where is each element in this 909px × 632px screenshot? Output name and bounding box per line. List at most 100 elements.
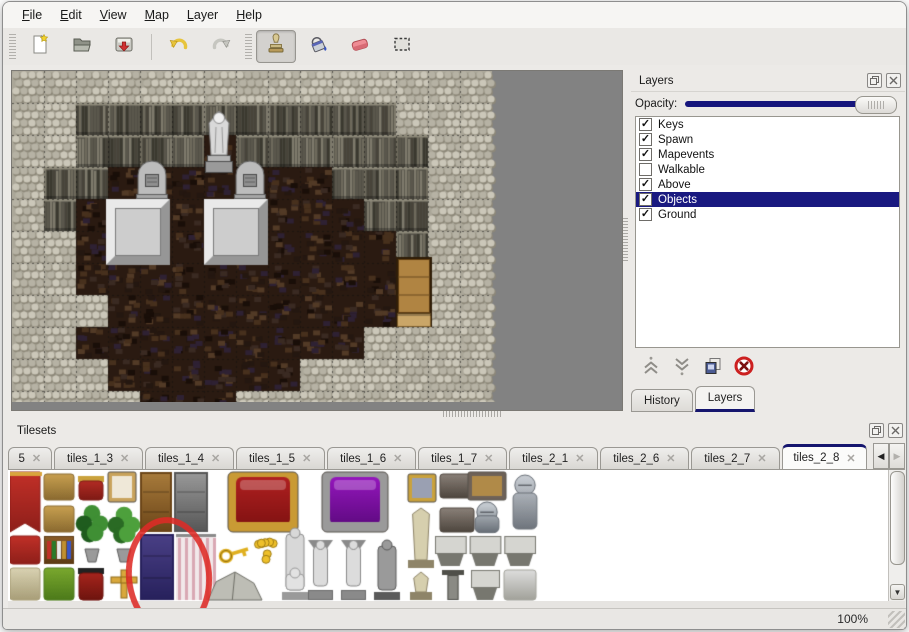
close-panel-icon[interactable] bbox=[886, 73, 901, 88]
layer-checkbox-walkable[interactable] bbox=[639, 163, 652, 176]
open-map-button[interactable] bbox=[62, 30, 102, 63]
close-tab-icon[interactable]: ✕ bbox=[120, 452, 129, 465]
save-icon bbox=[113, 33, 135, 60]
toolbar-grip[interactable] bbox=[245, 34, 252, 60]
new-map-button[interactable] bbox=[20, 30, 60, 63]
tileset-tab-5[interactable]: 5✕ bbox=[8, 447, 52, 469]
scroll-tabs-right-icon[interactable]: ▶ bbox=[889, 443, 905, 469]
tileset-tab-tiles_1_5[interactable]: tiles_1_5 ✕ bbox=[236, 447, 325, 469]
layer-row-walkable[interactable]: Walkable bbox=[636, 162, 899, 177]
scroll-tabs-left-icon[interactable]: ◀ bbox=[873, 443, 889, 469]
redo-button[interactable] bbox=[201, 30, 241, 63]
map-view[interactable] bbox=[11, 70, 623, 411]
scrollbar-thumb[interactable] bbox=[890, 471, 905, 565]
layer-label: Walkable bbox=[658, 164, 705, 176]
toolbar bbox=[3, 28, 906, 65]
tileset-tab-label: tiles_2_7 bbox=[704, 453, 750, 465]
tileset-tab-tiles_1_6[interactable]: tiles_1_6✕ bbox=[327, 447, 416, 469]
save-map-button[interactable] bbox=[104, 30, 144, 63]
horizontal-splitter-handle[interactable] bbox=[443, 411, 501, 417]
close-tab-icon[interactable]: ✕ bbox=[666, 452, 675, 465]
tilesets-panel: Tilesets 5✕tiles_1_3✕tiles_1_4✕tiles_1_5… bbox=[8, 420, 905, 609]
app-window: FileEditViewMapLayerHelp Layers Opacity: bbox=[2, 1, 907, 630]
layer-checkbox-above[interactable]: ✓ bbox=[639, 178, 652, 191]
layer-checkbox-mapevents[interactable]: ✓ bbox=[639, 148, 652, 161]
menu-edit[interactable]: Edit bbox=[51, 5, 91, 25]
menu-layer[interactable]: Layer bbox=[178, 5, 227, 25]
new-file-icon bbox=[29, 33, 51, 60]
scrollbar-down-arrow-icon[interactable]: ▼ bbox=[890, 584, 905, 600]
close-tab-icon[interactable]: ✕ bbox=[211, 452, 220, 465]
layer-row-above[interactable]: ✓ Above bbox=[636, 177, 899, 192]
tileset-scrollbar[interactable]: ▼ bbox=[888, 470, 905, 601]
float-panel-icon[interactable] bbox=[869, 423, 884, 438]
layer-checkbox-objects[interactable]: ✓ bbox=[639, 193, 652, 206]
tileset-tab-tiles_1_4[interactable]: tiles_1_4✕ bbox=[145, 447, 234, 469]
fill-tool-button[interactable] bbox=[298, 30, 338, 63]
duplicate-layer-button[interactable] bbox=[701, 356, 725, 380]
tileset-canvas[interactable] bbox=[10, 470, 873, 601]
menu-help[interactable]: Help bbox=[227, 5, 271, 25]
layers-panel-header: Layers bbox=[631, 70, 905, 92]
tileset-tab-label: tiles_2_8 bbox=[793, 452, 839, 464]
opacity-slider-handle[interactable] bbox=[855, 96, 897, 114]
undo-button[interactable] bbox=[159, 30, 199, 63]
resize-grip[interactable] bbox=[888, 611, 905, 628]
close-tab-icon[interactable]: ✕ bbox=[484, 452, 493, 465]
close-panel-icon[interactable] bbox=[888, 423, 903, 438]
open-folder-icon bbox=[71, 33, 93, 60]
select-tool-button[interactable] bbox=[382, 30, 422, 63]
tab-layers[interactable]: Layers bbox=[695, 386, 756, 412]
opacity-row: Opacity: bbox=[635, 95, 897, 113]
tileset-tab-label: tiles_1_7 bbox=[431, 453, 477, 465]
tileset-tab-tiles_1_3[interactable]: tiles_1_3 ✕ bbox=[54, 447, 143, 469]
layer-row-objects[interactable]: ✓Objects bbox=[636, 192, 899, 207]
opacity-slider[interactable] bbox=[685, 96, 897, 112]
layer-row-ground[interactable]: ✓Ground bbox=[636, 207, 899, 222]
close-tab-icon[interactable]: ✕ bbox=[575, 452, 584, 465]
layer-list: ✓Keys✓Spawn✓Mapevents Walkable ✓ Above✓Obje… bbox=[635, 116, 900, 348]
float-panel-icon[interactable] bbox=[867, 73, 882, 88]
layer-checkbox-keys[interactable]: ✓ bbox=[639, 118, 652, 131]
raise-layer-icon bbox=[640, 355, 662, 382]
tileset-tab-label: tiles_1_5 bbox=[249, 453, 295, 465]
menu-file[interactable]: File bbox=[13, 5, 51, 25]
tileset-content[interactable]: ▼ bbox=[8, 469, 905, 602]
eraser-tool-button[interactable] bbox=[340, 30, 380, 63]
close-tab-icon[interactable]: ✕ bbox=[302, 452, 311, 465]
tileset-tab-tiles_2_7[interactable]: tiles_2_7 ✕ bbox=[691, 447, 780, 469]
delete-layer-button[interactable] bbox=[732, 356, 756, 380]
lower-layer-button[interactable] bbox=[670, 356, 694, 380]
close-tab-icon[interactable]: ✕ bbox=[32, 452, 41, 465]
layer-tools bbox=[635, 353, 756, 383]
map-canvas[interactable] bbox=[12, 71, 500, 402]
tileset-tab-tiles_2_6[interactable]: tiles_2_6✕ bbox=[600, 447, 689, 469]
layer-row-keys[interactable]: ✓Keys bbox=[636, 117, 899, 132]
close-tab-icon[interactable]: ✕ bbox=[757, 452, 766, 465]
tab-history[interactable]: History bbox=[631, 389, 693, 412]
menu-view[interactable]: View bbox=[91, 5, 136, 25]
layers-panel: Layers Opacity: ✓Keys✓Spawn✓Mapevents Wal… bbox=[631, 70, 905, 415]
tileset-tab-tiles_2_8[interactable]: tiles_2_8 ✕ bbox=[782, 444, 867, 469]
tilesets-panel-header: Tilesets bbox=[8, 420, 905, 441]
fill-icon bbox=[307, 33, 329, 60]
eraser-icon bbox=[349, 33, 371, 60]
close-tab-icon[interactable]: ✕ bbox=[846, 452, 855, 465]
status-bar: 100% bbox=[3, 608, 906, 629]
tileset-tab-tiles_2_1[interactable]: tiles_2_1 ✕ bbox=[509, 447, 598, 469]
tileset-tab-label: tiles_2_1 bbox=[522, 453, 568, 465]
close-tab-icon[interactable]: ✕ bbox=[393, 452, 402, 465]
layer-label: Above bbox=[658, 179, 691, 191]
layer-row-mapevents[interactable]: ✓Mapevents bbox=[636, 147, 899, 162]
menu-map[interactable]: Map bbox=[136, 5, 178, 25]
layer-checkbox-spawn[interactable]: ✓ bbox=[639, 133, 652, 146]
layer-row-spawn[interactable]: ✓Spawn bbox=[636, 132, 899, 147]
tileset-tab-tiles_1_7[interactable]: tiles_1_7 ✕ bbox=[418, 447, 507, 469]
raise-layer-button[interactable] bbox=[639, 356, 663, 380]
stamp-tool-button[interactable] bbox=[256, 30, 296, 63]
toolbar-separator bbox=[151, 34, 152, 60]
toolbar-grip[interactable] bbox=[9, 34, 16, 60]
vertical-splitter-handle[interactable] bbox=[623, 218, 628, 262]
tileset-tab-label: tiles_1_3 bbox=[67, 453, 113, 465]
layer-checkbox-ground[interactable]: ✓ bbox=[639, 208, 652, 221]
